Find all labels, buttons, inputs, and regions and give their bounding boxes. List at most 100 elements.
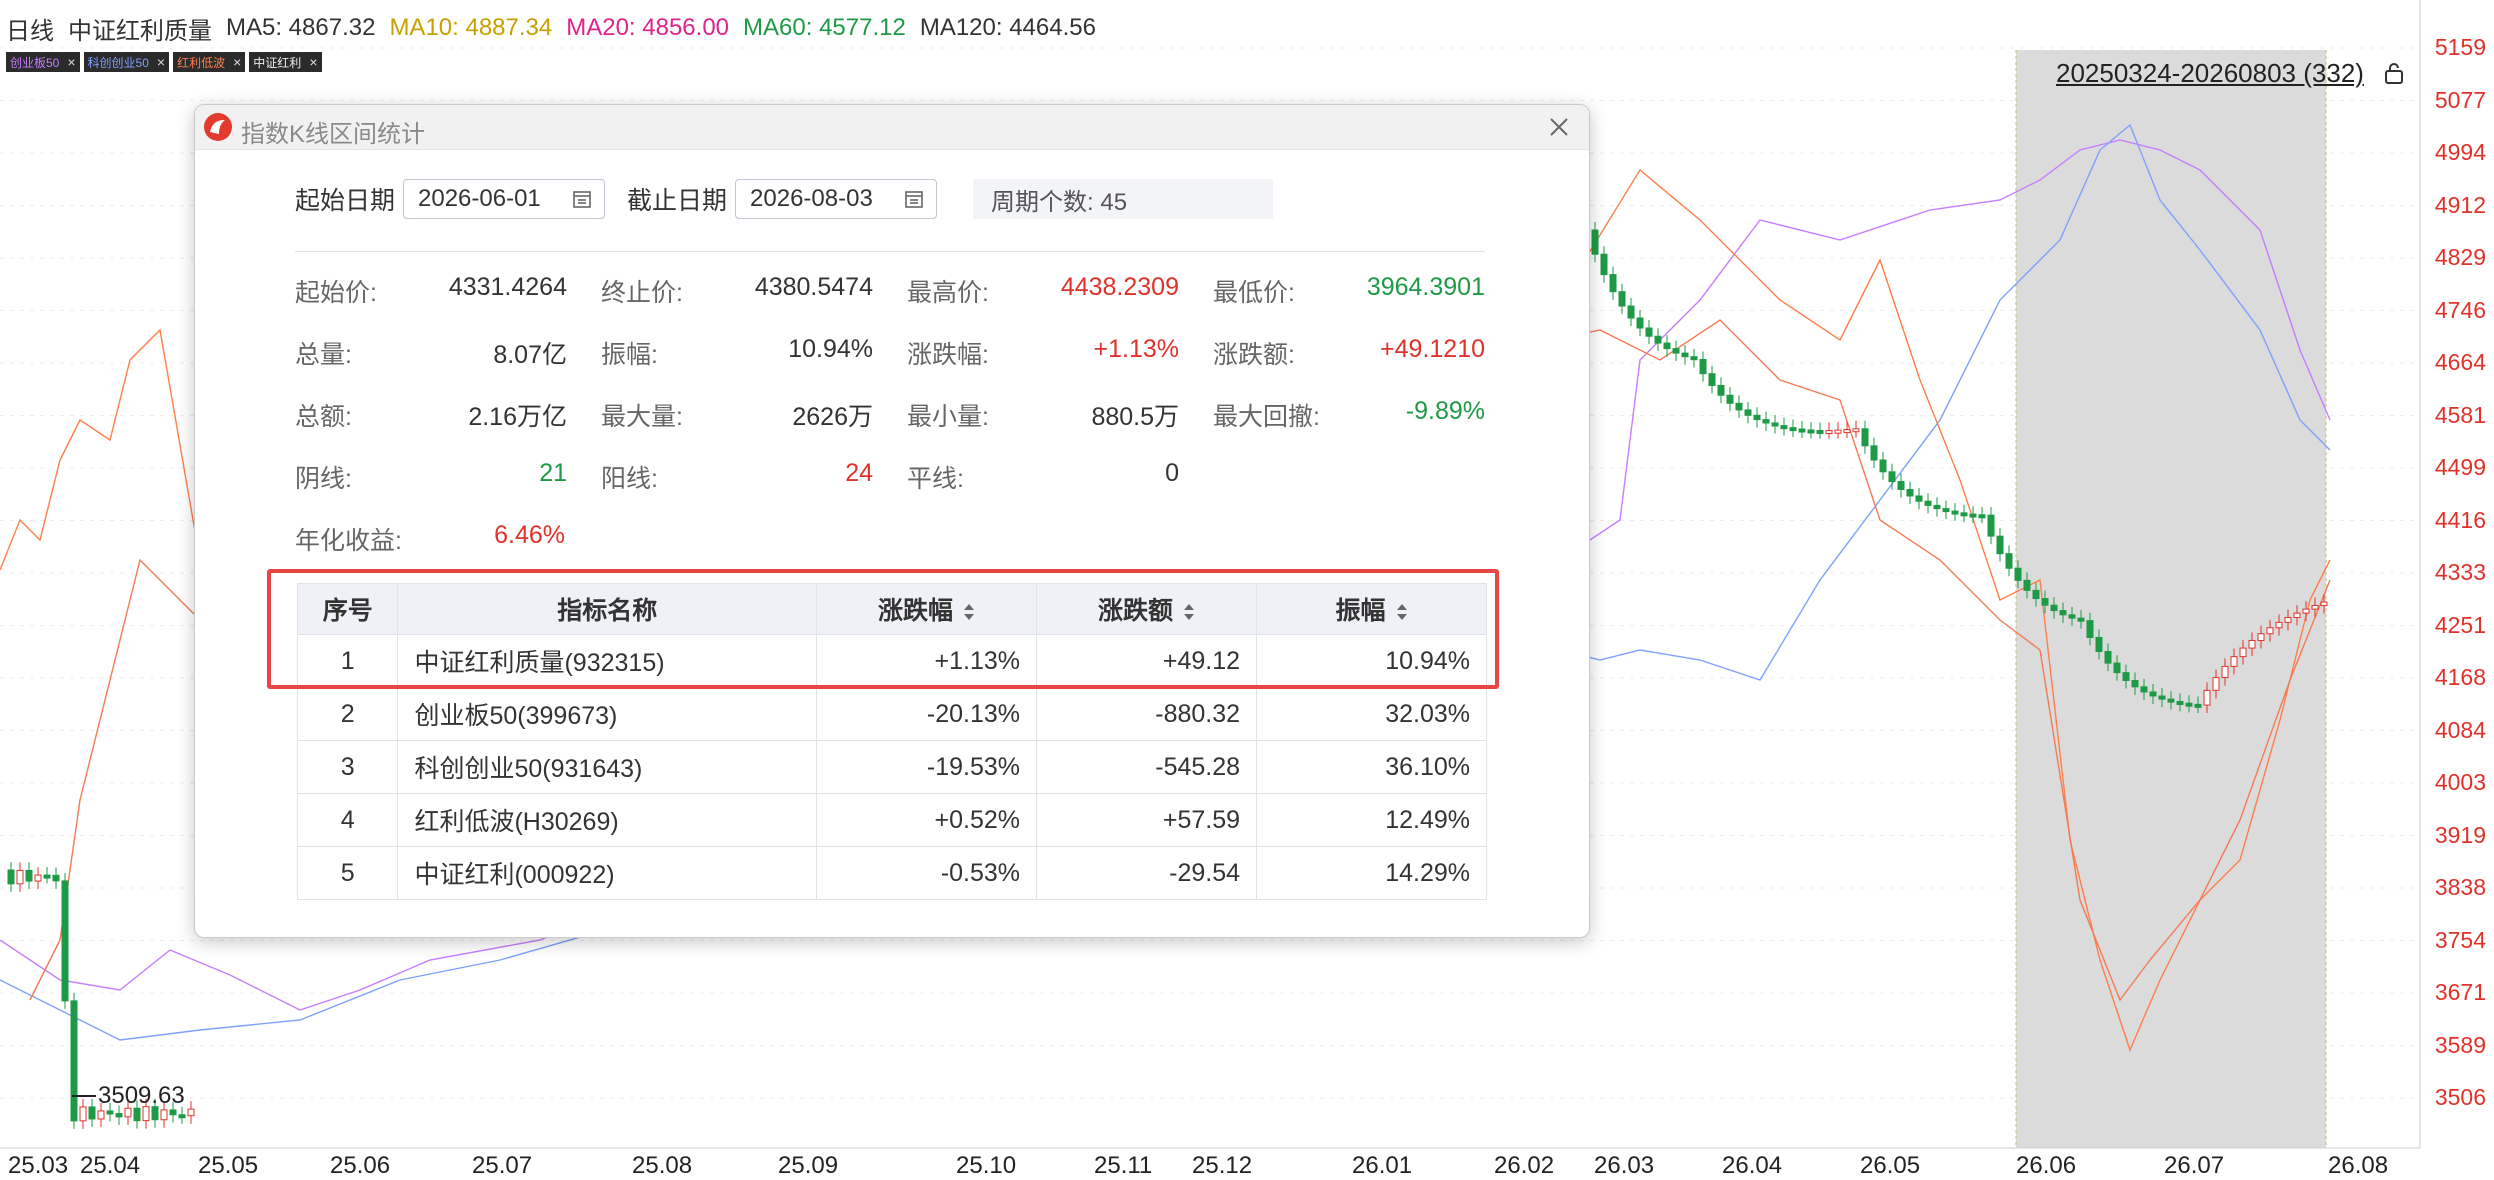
candle[interactable] <box>2086 620 2094 638</box>
calendar-icon[interactable] <box>904 189 924 209</box>
candle[interactable] <box>1609 274 1617 293</box>
candle[interactable] <box>1897 481 1905 491</box>
dialog-titlebar[interactable]: 指数K线区间统计 <box>195 105 1589 150</box>
candle[interactable] <box>115 1113 123 1118</box>
candle[interactable] <box>2221 665 2229 679</box>
col-header-amp[interactable]: 振幅 <box>1256 583 1487 635</box>
candle[interactable] <box>1870 445 1878 461</box>
candle[interactable] <box>1780 425 1788 430</box>
candle[interactable] <box>2257 633 2265 641</box>
candle[interactable] <box>2113 662 2121 674</box>
candle[interactable] <box>2302 608 2310 614</box>
candle[interactable] <box>2311 604 2319 610</box>
candle[interactable] <box>1969 513 1977 518</box>
candle[interactable] <box>1834 429 1842 434</box>
candle[interactable] <box>1636 317 1644 329</box>
candle[interactable] <box>2239 647 2247 658</box>
candle[interactable] <box>1996 535 2004 555</box>
close-icon[interactable]: × <box>67 54 75 70</box>
candle[interactable] <box>2248 639 2256 649</box>
candle[interactable] <box>1618 291 1626 307</box>
table-row[interactable]: 1 中证红利质量(932315) +1.13% +49.12 10.94% <box>296 634 1487 688</box>
candle[interactable] <box>1735 402 1743 411</box>
candle[interactable] <box>1789 427 1797 432</box>
candle[interactable] <box>1681 352 1689 358</box>
candle[interactable] <box>1906 489 1914 497</box>
candle[interactable] <box>2041 598 2049 606</box>
candle[interactable] <box>2059 610 2067 616</box>
close-icon[interactable]: × <box>157 54 165 70</box>
candle[interactable] <box>1591 229 1599 255</box>
candle[interactable] <box>2293 612 2301 619</box>
table-row[interactable]: 5 中证红利(000922) -0.53% -29.54 14.29% <box>296 846 1487 900</box>
candle[interactable] <box>2158 695 2166 700</box>
candle[interactable] <box>1663 342 1671 350</box>
candle[interactable] <box>2131 679 2139 688</box>
candle[interactable] <box>1852 428 1860 433</box>
candle[interactable] <box>1924 500 1932 506</box>
candle[interactable] <box>1753 414 1761 421</box>
candle[interactable] <box>2032 589 2040 600</box>
candle[interactable] <box>1672 348 1680 354</box>
candle[interactable] <box>34 874 42 882</box>
close-icon[interactable] <box>1543 111 1575 143</box>
candle[interactable] <box>2005 553 2013 569</box>
candle[interactable] <box>1915 495 1923 502</box>
candle[interactable] <box>1825 430 1833 435</box>
candle[interactable] <box>2122 672 2130 681</box>
candle[interactable] <box>2320 601 2328 606</box>
candle[interactable] <box>2104 650 2112 664</box>
candle[interactable] <box>160 1109 168 1121</box>
candle[interactable] <box>1762 419 1770 424</box>
candle[interactable] <box>16 869 24 885</box>
sort-icon[interactable] <box>1396 603 1408 621</box>
table-row[interactable]: 3 科创创业50(931643) -19.53% -545.28 36.10% <box>296 740 1487 794</box>
candle[interactable] <box>1960 512 1968 517</box>
candle[interactable] <box>106 1110 114 1115</box>
candle[interactable] <box>1888 471 1896 483</box>
candle[interactable] <box>2212 677 2220 691</box>
candle[interactable] <box>1987 514 1995 537</box>
candle[interactable] <box>7 869 15 885</box>
candle[interactable] <box>2230 656 2238 667</box>
candle[interactable] <box>2050 604 2058 612</box>
table-row[interactable]: 2 创业板50(399673) -20.13% -880.32 32.03% <box>296 687 1487 741</box>
candle[interactable] <box>169 1109 177 1116</box>
candle[interactable] <box>1699 359 1707 375</box>
candle[interactable] <box>2149 691 2157 697</box>
end-date-input[interactable]: 2026-08-03 <box>735 179 938 219</box>
candle[interactable] <box>2077 617 2085 622</box>
candle[interactable] <box>1807 429 1815 434</box>
candle[interactable] <box>1843 429 1851 434</box>
compare-tag-0[interactable]: 创业板50 × <box>6 52 80 72</box>
candle[interactable] <box>2014 567 2022 581</box>
col-header-pct[interactable]: 涨跌幅 <box>815 583 1038 635</box>
candle[interactable] <box>2140 686 2148 693</box>
candle[interactable] <box>79 1106 87 1122</box>
candle[interactable] <box>2203 689 2211 706</box>
candle[interactable] <box>1879 459 1887 473</box>
candle[interactable] <box>2068 614 2076 619</box>
candle[interactable] <box>25 869 33 882</box>
candle[interactable] <box>178 1114 186 1119</box>
sort-icon[interactable] <box>1183 603 1195 621</box>
candle[interactable] <box>2023 579 2031 591</box>
candle[interactable] <box>2176 700 2184 705</box>
candle[interactable] <box>70 1000 78 1122</box>
candle[interactable] <box>1654 335 1662 344</box>
candle[interactable] <box>133 1107 141 1122</box>
candle[interactable] <box>88 1106 96 1120</box>
close-icon[interactable]: × <box>309 54 317 70</box>
candle[interactable] <box>61 880 69 1002</box>
candle[interactable] <box>1600 253 1608 276</box>
candle[interactable] <box>1771 422 1779 427</box>
candle[interactable] <box>2194 703 2202 708</box>
candle[interactable] <box>1645 327 1653 337</box>
compare-tag-1[interactable]: 科创创业50 × <box>83 52 170 72</box>
candle[interactable] <box>2167 698 2175 703</box>
candle[interactable] <box>2275 621 2283 629</box>
candle[interactable] <box>1744 409 1752 416</box>
table-row[interactable]: 4 红利低波(H30269) +0.52% +57.59 12.49% <box>296 793 1487 847</box>
candle[interactable] <box>187 1108 195 1117</box>
candle[interactable] <box>1978 514 1986 519</box>
